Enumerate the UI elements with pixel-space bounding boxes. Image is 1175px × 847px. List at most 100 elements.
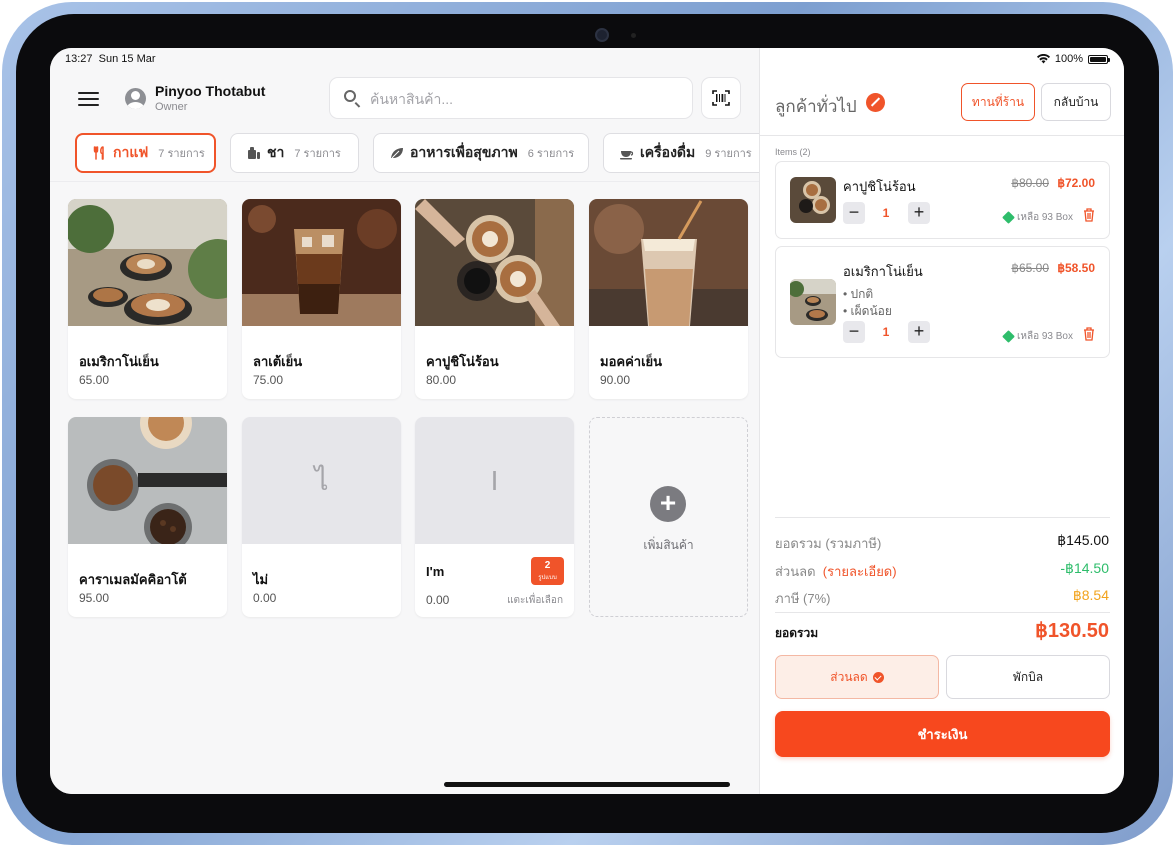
divider	[760, 135, 1124, 136]
hold-bill-button[interactable]: พักบิล	[946, 655, 1110, 699]
product-panel: 13:27 Sun 15 Mar Pinyoo Thotabut Owner ก…	[50, 48, 759, 794]
tab-label: อาหารเพื่อสุขภาพ	[410, 144, 518, 160]
trash-icon[interactable]	[1083, 208, 1095, 222]
order-line-item: อเมริกาโน่เย็น ฿65.00 ฿58.50 • ปกติ • เผ…	[775, 246, 1110, 358]
product-card[interactable]: ไ ไม่ 0.00	[242, 417, 401, 617]
date: Sun 15 Mar	[98, 53, 156, 65]
tap-hint: แตะเพื่อเลือก	[507, 595, 563, 606]
line-item-image	[790, 177, 836, 223]
line-item-price: ฿72.00	[1057, 176, 1095, 190]
qty-decrease-button[interactable]: −	[843, 202, 865, 224]
order-line-item: คาปูชิโน่ร้อน ฿80.00 ฿72.00 − 1 + เหลือ …	[775, 161, 1110, 239]
tax-label: ภาษี (7%)	[775, 591, 831, 606]
tab-label: ชา	[267, 144, 285, 160]
status-bar-time: 13:27 Sun 15 Mar	[65, 53, 156, 65]
product-image	[68, 199, 227, 326]
menu-icon[interactable]	[78, 92, 99, 106]
product-price: 0.00	[253, 591, 277, 605]
cup-icon	[620, 151, 634, 160]
discount-label: ส่วนลด (รายละเอียด)	[775, 561, 897, 582]
variant-label: รูปแบบ	[538, 575, 557, 581]
product-name: อเมริกาโน่เย็น	[79, 354, 159, 369]
user-name: Pinyoo Thotabut	[155, 83, 266, 99]
avatar-icon	[125, 88, 146, 109]
total-label: ยอดรวม	[775, 626, 819, 640]
battery-icon	[1088, 54, 1110, 64]
camera-icon	[595, 28, 609, 42]
user-role: Owner	[155, 101, 188, 113]
status-bar-right: 100%	[1036, 53, 1110, 65]
sensor-dot	[631, 33, 636, 38]
product-card[interactable]: I I'm 0.00 2 รูปแบบ แตะเพื่อเลือก	[415, 417, 574, 617]
time: 13:27	[65, 53, 93, 65]
discount-detail-link[interactable]: (รายละเอียด)	[823, 564, 897, 579]
total-value: ฿130.50	[1035, 620, 1109, 642]
product-name: คาปูชิโน่ร้อน	[426, 354, 499, 369]
qty-decrease-button[interactable]: −	[843, 321, 865, 343]
product-price: 65.00	[79, 373, 110, 387]
qty-increase-button[interactable]: +	[908, 202, 930, 224]
tab-coffee[interactable]: กาแฟ 7 รายการ	[75, 133, 216, 173]
search-box[interactable]	[329, 77, 693, 119]
tab-label: กาแฟ	[113, 144, 149, 160]
category-tabs: กาแฟ 7 รายการ ชา 7 รายการ อาหารเพื่อสุขภ…	[74, 133, 759, 175]
trash-icon[interactable]	[1083, 327, 1095, 341]
product-price: 75.00	[253, 373, 284, 387]
wifi-icon	[1036, 54, 1050, 64]
discount-button-label: ส่วนลด	[830, 669, 868, 684]
leaf-icon	[391, 148, 403, 159]
product-image-placeholder: I	[415, 417, 574, 544]
product-card[interactable]: มอคค่าเย็น 90.00	[589, 199, 748, 399]
dine-in-button[interactable]: ทานที่ร้าน	[961, 83, 1035, 121]
tab-drinks[interactable]: เครื่องดื่ม 9 รายการ	[603, 133, 759, 173]
product-name: ลาเต้เย็น	[253, 354, 303, 369]
tab-count: 9 รายการ	[705, 148, 752, 160]
stock-text: เหลือ 93 Box	[1016, 212, 1073, 223]
check-icon	[872, 671, 884, 683]
product-card[interactable]: ลาเต้เย็น 75.00	[242, 199, 401, 399]
line-item-name: คาปูชิโน่ร้อน	[843, 179, 916, 194]
product-image	[589, 199, 748, 326]
customer-clear-icon[interactable]	[866, 93, 885, 112]
tab-count: 7 รายการ	[158, 148, 205, 160]
home-indicator[interactable]	[444, 782, 730, 787]
tab-healthy-food[interactable]: อาหารเพื่อสุขภาพ 6 รายการ	[373, 133, 589, 173]
product-price: 80.00	[426, 373, 457, 387]
product-name: ไม่	[253, 572, 269, 587]
discount-button[interactable]: ส่วนลด	[775, 655, 939, 699]
discount-value: -฿14.50	[1060, 560, 1109, 576]
add-product-label: เพิ่มสินค้า	[643, 538, 694, 552]
product-card[interactable]: คาปูชิโน่ร้อน 80.00	[415, 199, 574, 399]
tea-icon	[248, 147, 260, 159]
plus-icon: +	[650, 486, 686, 522]
tab-count: 6 รายการ	[527, 148, 575, 160]
fork-knife-icon	[93, 146, 104, 160]
line-item-name: อเมริกาโน่เย็น	[843, 264, 923, 279]
product-name: I'm	[426, 564, 445, 579]
variant-count: 2	[544, 560, 551, 571]
takeaway-button[interactable]: กลับบ้าน	[1041, 83, 1111, 121]
product-image	[68, 417, 227, 544]
product-image-placeholder: ไ	[242, 417, 401, 544]
divider	[775, 612, 1110, 613]
product-card[interactable]: คาราเมลมัคคิอาโต้ 95.00	[68, 417, 227, 617]
product-price: 90.00	[600, 373, 631, 387]
product-card[interactable]: อเมริกาโน่เย็น 65.00	[68, 199, 227, 399]
search-input[interactable]	[368, 87, 672, 111]
tab-tea[interactable]: ชา 7 รายการ	[230, 133, 359, 173]
order-panel: 100% ลูกค้าทั่วไป ทานที่ร้าน กลับบ้าน It…	[759, 48, 1124, 794]
pay-button[interactable]: ชำระเงิน	[775, 711, 1110, 757]
add-product-button[interactable]: + เพิ่มสินค้า	[589, 417, 748, 617]
box-icon	[1002, 330, 1015, 343]
product-name: มอคค่าเย็น	[600, 354, 663, 369]
customer-name[interactable]: ลูกค้าทั่วไป	[775, 93, 857, 120]
qty-value: 1	[882, 325, 890, 339]
stock-text: เหลือ 93 Box	[1016, 331, 1073, 342]
tab-count: 7 รายการ	[294, 148, 341, 160]
divider	[775, 517, 1110, 518]
barcode-scan-button[interactable]	[701, 77, 741, 119]
stock-info: เหลือ 93 Box	[1002, 329, 1073, 344]
screen: 13:27 Sun 15 Mar Pinyoo Thotabut Owner ก…	[50, 48, 1124, 794]
box-icon	[1002, 211, 1015, 224]
qty-increase-button[interactable]: +	[908, 321, 930, 343]
